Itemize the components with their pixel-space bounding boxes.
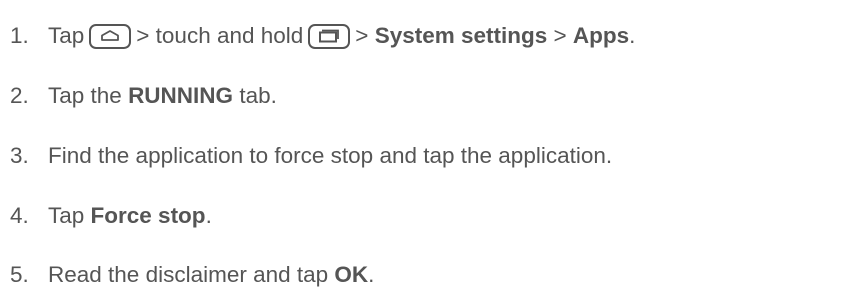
- step-text: tab.: [233, 83, 277, 108]
- button-name-ok: OK: [334, 262, 369, 287]
- tab-name-running: RUNNING: [128, 83, 234, 108]
- step-4: 4. Tap Force stop .: [10, 201, 212, 231]
- button-name-force-stop: Force stop: [90, 203, 206, 228]
- step-number: 4.: [10, 203, 29, 228]
- menu-item-system-settings: System settings: [374, 23, 548, 48]
- instruction-steps: 1. Tap > touch and hold > System setting…: [0, 0, 841, 306]
- recent-apps-key-icon: [308, 23, 351, 49]
- step-number: 3.: [10, 143, 29, 168]
- step-text: >: [355, 23, 375, 48]
- step-text: Read the disclaimer and tap: [48, 262, 335, 287]
- step-text: Tap: [48, 23, 85, 48]
- step-text: Tap: [48, 203, 91, 228]
- step-number: 5.: [10, 262, 29, 287]
- step-number: 2.: [10, 83, 29, 108]
- step-5: 5. Read the disclaimer and tap OK .: [10, 260, 374, 290]
- step-text: > touch and hold: [136, 23, 304, 48]
- step-2: 2. Tap the RUNNING tab.: [10, 81, 277, 111]
- step-text: >: [547, 23, 573, 48]
- step-text: Tap the: [48, 83, 129, 108]
- menu-item-apps: Apps: [572, 23, 630, 48]
- step-text: .: [205, 203, 212, 228]
- step-text: Find the application to force stop and t…: [48, 143, 613, 168]
- step-text: .: [368, 262, 375, 287]
- step-text: .: [629, 23, 636, 48]
- home-key-icon: [89, 23, 132, 49]
- step-number: 1.: [10, 23, 29, 48]
- step-3: 3. Find the application to force stop an…: [10, 141, 612, 171]
- step-1: 1. Tap > touch and hold > System setting…: [10, 21, 635, 51]
